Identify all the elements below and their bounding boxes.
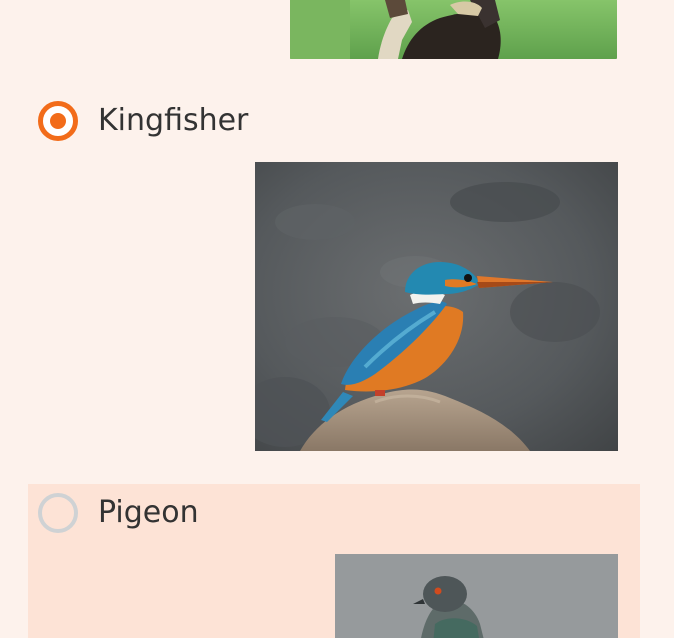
- pigeon-photo: [335, 554, 618, 638]
- kingfisher-photo: [255, 162, 618, 451]
- radio-pigeon[interactable]: [38, 493, 78, 533]
- previous-option-image[interactable]: [290, 0, 617, 59]
- option-kingfisher[interactable]: Kingfisher: [28, 84, 640, 464]
- pigeon-image[interactable]: [335, 554, 618, 638]
- falconer-photo: [290, 0, 617, 59]
- option-label-kingfisher[interactable]: Kingfisher: [98, 101, 248, 141]
- quiz-page: Kingfisher Pigeon: [0, 0, 674, 638]
- option-label-pigeon[interactable]: Pigeon: [98, 493, 199, 533]
- kingfisher-image[interactable]: [255, 162, 618, 451]
- option-pigeon[interactable]: Pigeon: [28, 484, 640, 638]
- radio-kingfisher-selected[interactable]: [38, 101, 78, 141]
